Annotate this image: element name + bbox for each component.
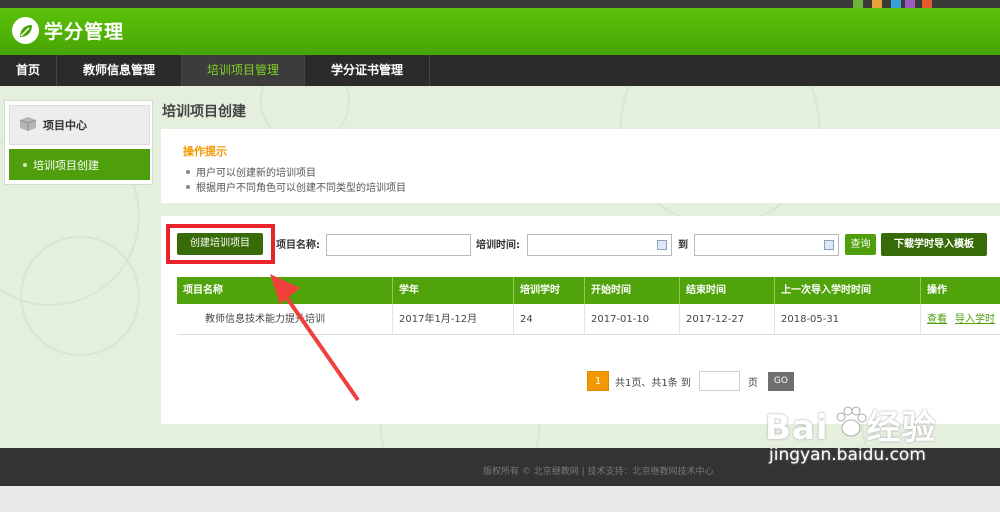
main-nav: 首页 教师信息管理 培训项目管理 学分证书管理 bbox=[0, 55, 1000, 86]
sidebar-header: 项目中心 bbox=[9, 105, 150, 145]
to-label: 到 bbox=[678, 240, 688, 251]
app-title: 学分管理 bbox=[44, 21, 125, 43]
bullet-icon bbox=[23, 162, 27, 167]
header-banner: 学分管理 bbox=[0, 8, 1000, 55]
tips-title: 操作提示 bbox=[183, 145, 227, 158]
download-template-button[interactable]: 下载学时导入模板 bbox=[881, 233, 987, 256]
sidebar-item-create-project[interactable]: 培训项目创建 bbox=[9, 149, 150, 180]
cell-end: 2017-12-27 bbox=[680, 304, 775, 334]
sidebar: 项目中心 培训项目创建 bbox=[4, 100, 153, 185]
color-square bbox=[922, 0, 932, 8]
box-icon bbox=[19, 116, 37, 135]
calendar-icon[interactable] bbox=[824, 240, 834, 250]
nav-training-projects[interactable]: 培训项目管理 bbox=[182, 55, 306, 86]
column-header: 结束时间 bbox=[680, 277, 775, 304]
bullet-icon bbox=[186, 184, 190, 189]
pagination: 1 共1页、共1条 到 页 GO bbox=[587, 371, 794, 391]
nav-home[interactable]: 首页 bbox=[0, 55, 58, 86]
cell-start: 2017-01-10 bbox=[585, 304, 680, 334]
create-project-button[interactable]: 创建培训项目 bbox=[177, 233, 263, 255]
color-square bbox=[905, 0, 915, 8]
tips-line: 根据用户不同角色可以创建不同类型的培训项目 bbox=[186, 179, 406, 194]
nav-credit-certificates[interactable]: 学分证书管理 bbox=[305, 55, 431, 86]
cell-last-import: 2018-05-31 bbox=[775, 304, 921, 334]
view-link[interactable]: 查看 bbox=[927, 314, 947, 325]
nav-teacher-info[interactable]: 教师信息管理 bbox=[57, 55, 183, 86]
page-bottom bbox=[0, 486, 1000, 512]
bullet-icon bbox=[186, 169, 190, 174]
tips-line: 用户可以创建新的培训项目 bbox=[186, 164, 316, 179]
tips-line-text: 根据用户不同角色可以创建不同类型的培训项目 bbox=[196, 183, 406, 194]
sidebar-item-label: 培训项目创建 bbox=[33, 158, 99, 172]
training-time-label: 培训时间: bbox=[476, 240, 520, 251]
tips-line-text: 用户可以创建新的培训项目 bbox=[196, 168, 316, 179]
import-hours-link[interactable]: 导入学时 bbox=[955, 314, 995, 325]
calendar-icon[interactable] bbox=[657, 240, 667, 250]
query-button[interactable]: 查询 bbox=[845, 234, 876, 255]
watermark-url: jingyan.baidu.com bbox=[769, 445, 926, 465]
project-name-label: 项目名称: bbox=[276, 240, 320, 251]
app-logo[interactable]: 学分管理 bbox=[12, 17, 124, 44]
page-goto-input[interactable] bbox=[698, 371, 740, 391]
sidebar-header-label: 项目中心 bbox=[43, 119, 87, 132]
color-square bbox=[872, 0, 882, 8]
page-title: 培训项目创建 bbox=[162, 104, 246, 120]
column-header: 操作 bbox=[927, 285, 947, 296]
top-strip bbox=[0, 0, 1000, 8]
cell-actions: 查看 导入学时 bbox=[921, 304, 1000, 334]
project-name-input[interactable] bbox=[326, 234, 471, 256]
paw-icon bbox=[836, 406, 867, 437]
color-square bbox=[891, 0, 901, 8]
start-date-input[interactable] bbox=[527, 234, 672, 256]
footer-text: 版权所有 © 北京继教网 | 技术支持：北京继教网技术中心 bbox=[483, 467, 714, 477]
page-go-button[interactable]: GO bbox=[767, 371, 794, 391]
page-current[interactable]: 1 bbox=[587, 371, 609, 391]
cell-year: 2017年1月-12月 bbox=[393, 304, 514, 334]
column-header: 上一次导入学时时间 bbox=[775, 277, 921, 304]
page-suffix: 页 bbox=[747, 377, 758, 389]
column-header: 培训学时 bbox=[514, 277, 585, 304]
color-square bbox=[853, 0, 863, 8]
column-header: 开始时间 bbox=[585, 277, 680, 304]
page-summary: 共1页、共1条 到 bbox=[615, 377, 691, 389]
annotation-arrow-icon bbox=[270, 274, 360, 402]
end-date-input[interactable] bbox=[694, 234, 839, 256]
watermark-brand2: 经验 bbox=[866, 408, 937, 448]
cell-hours: 24 bbox=[514, 304, 585, 334]
column-header: 学年 bbox=[393, 277, 514, 304]
leaf-icon bbox=[12, 17, 39, 44]
tips-panel: 操作提示 用户可以创建新的培训项目 根据用户不同角色可以创建不同类型的培训项目 bbox=[161, 129, 1000, 203]
watermark-brand: Bai bbox=[765, 408, 829, 448]
